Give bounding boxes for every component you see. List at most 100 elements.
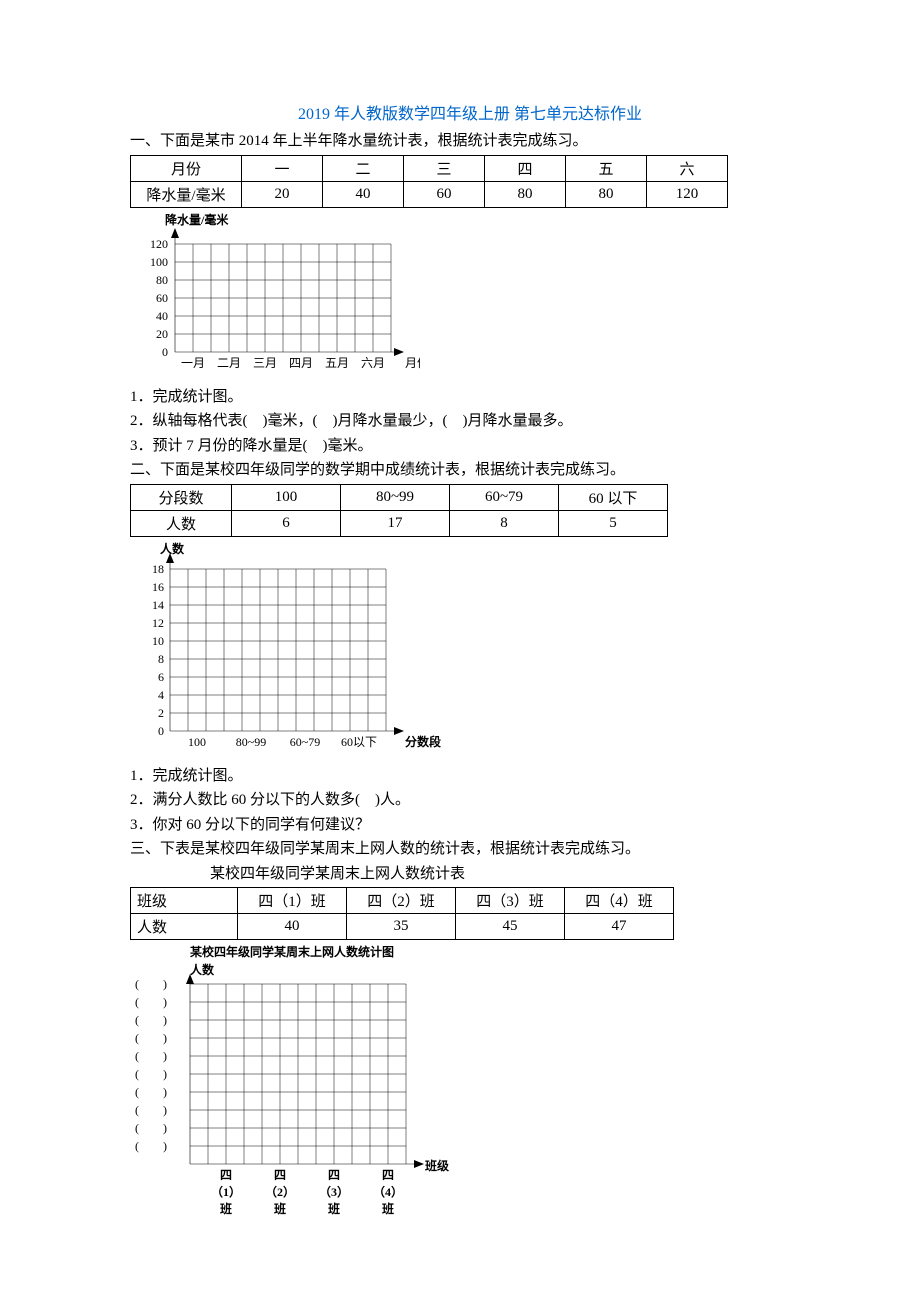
yblank: ( ) — [135, 1103, 167, 1117]
xtick: 班 — [382, 1201, 394, 1216]
xtick: （4） — [373, 1184, 403, 1199]
ytick: 10 — [152, 634, 164, 648]
cell: 100 — [232, 484, 341, 510]
xtick: 四月 — [289, 356, 313, 370]
cell: 人数 — [131, 510, 232, 536]
yblank: ( ) — [135, 1121, 167, 1135]
page-content: 2019 年人教版数学四年级上册 第七单元达标作业 一、下面是某市 2014 年… — [0, 0, 920, 1268]
ytick: 20 — [156, 327, 168, 341]
ytick: 80 — [156, 273, 168, 287]
cell: 降水量/毫米 — [131, 181, 242, 207]
chart2-ylabel: 人数 — [160, 541, 185, 556]
cell: 20 — [242, 181, 323, 207]
cell: 8 — [450, 510, 559, 536]
yblank: ( ) — [135, 1031, 167, 1045]
table-row: 人数 6 17 8 5 — [131, 510, 668, 536]
cell: 17 — [341, 510, 450, 536]
table-row: 班级 四（1）班 四（2）班 四（3）班 四（4）班 — [131, 888, 674, 914]
section3-table: 班级 四（1）班 四（2）班 四（3）班 四（4）班 人数 40 35 45 4… — [130, 887, 674, 940]
xtick: 三月 — [253, 356, 277, 370]
cell: 40 — [323, 181, 404, 207]
xtick: （3） — [319, 1184, 349, 1199]
document-title: 2019 年人教版数学四年级上册 第七单元达标作业 — [130, 100, 810, 124]
cell: 80 — [485, 181, 566, 207]
section1-q3: 3．预计 7 月份的降水量是( )毫米。 — [130, 435, 810, 458]
xtick: 60~79 — [290, 735, 321, 749]
chart2-xlabel: 分数段 — [405, 734, 442, 749]
xtick: 100 — [188, 735, 206, 749]
xtick: 80~99 — [236, 735, 267, 749]
yblank: ( ) — [135, 1139, 167, 1153]
table-row: 分段数 100 80~99 60~79 60 以下 — [131, 484, 668, 510]
xtick: 四 — [274, 1168, 286, 1182]
yblank: ( ) — [135, 995, 167, 1009]
xtick: 班 — [220, 1201, 232, 1216]
cell: 120 — [647, 181, 728, 207]
chart3-xlabel: 班级 — [425, 1158, 449, 1173]
section2-chart: 人数 — [130, 541, 810, 761]
section1-chart: 降水量/毫米 — [130, 212, 810, 382]
xtick: 二月 — [217, 356, 241, 370]
cell: 班级 — [131, 888, 238, 914]
ytick: 14 — [152, 598, 164, 612]
section2-q1: 1．完成统计图。 — [130, 765, 810, 788]
xtick: 班 — [328, 1201, 340, 1216]
xtick: 60以下 — [341, 735, 377, 749]
section1-heading: 一、下面是某市 2014 年上半年降水量统计表，根据统计表完成练习。 — [130, 130, 810, 153]
chart3-svg: 某校四年级同学某周末上网人数统计图 人数 — [130, 944, 460, 1219]
cell: 分段数 — [131, 484, 232, 510]
cell: 二 — [323, 155, 404, 181]
chart1-svg: 降水量/毫米 — [130, 212, 420, 377]
chart2-svg: 人数 — [130, 541, 450, 756]
xtick: （1） — [211, 1184, 241, 1199]
xtick: 一月 — [181, 356, 205, 370]
chart3-title: 某校四年级同学某周末上网人数统计图 — [190, 944, 394, 959]
yblank: ( ) — [135, 1049, 167, 1063]
yblank: ( ) — [135, 977, 167, 991]
xtick: 班 — [274, 1201, 286, 1216]
xtick: 四 — [328, 1168, 340, 1182]
cell: 60~79 — [450, 484, 559, 510]
section3-table-title: 某校四年级同学某周末上网人数统计表 — [210, 863, 810, 886]
section3-heading: 三、下表是某校四年级同学某周末上网人数的统计表，根据统计表完成练习。 — [130, 838, 810, 861]
ytick: 2 — [158, 706, 164, 720]
ytick: 8 — [158, 652, 164, 666]
cell: 45 — [456, 914, 565, 940]
section2-q3: 3．你对 60 分以下的同学有何建议？ — [130, 814, 810, 837]
cell: 60 — [404, 181, 485, 207]
cell: 47 — [565, 914, 674, 940]
section1-q1: 1．完成统计图。 — [130, 386, 810, 409]
xtick: （2） — [265, 1184, 295, 1199]
ytick: 16 — [152, 580, 164, 594]
cell: 40 — [238, 914, 347, 940]
chart1-ylabel: 降水量/毫米 — [165, 212, 229, 227]
cell: 月份 — [131, 155, 242, 181]
section2-q2: 2．满分人数比 60 分以下的人数多( )人。 — [130, 789, 810, 812]
cell: 6 — [232, 510, 341, 536]
ytick: 4 — [158, 688, 164, 702]
ytick: 0 — [162, 345, 168, 359]
cell: 四（1）班 — [238, 888, 347, 914]
cell: 四（2）班 — [347, 888, 456, 914]
cell: 三 — [404, 155, 485, 181]
section2-table: 分段数 100 80~99 60~79 60 以下 人数 6 17 8 5 — [130, 484, 668, 537]
cell: 60 以下 — [559, 484, 668, 510]
chart1-xlabel: 月份 — [405, 356, 420, 370]
cell: 六 — [647, 155, 728, 181]
xtick: 六月 — [361, 356, 385, 370]
cell: 四（3）班 — [456, 888, 565, 914]
ytick: 0 — [158, 724, 164, 738]
xtick: 四 — [220, 1168, 232, 1182]
ytick: 40 — [156, 309, 168, 323]
xtick: 五月 — [325, 356, 349, 370]
ytick: 100 — [150, 255, 168, 269]
cell: 80 — [566, 181, 647, 207]
table-row: 月份 一 二 三 四 五 六 — [131, 155, 728, 181]
section1-q2: 2．纵轴每格代表( )毫米，( )月降水量最少，( )月降水量最多。 — [130, 410, 810, 433]
cell: 四（4）班 — [565, 888, 674, 914]
cell: 一 — [242, 155, 323, 181]
ytick: 60 — [156, 291, 168, 305]
yblank: ( ) — [135, 1013, 167, 1027]
cell: 35 — [347, 914, 456, 940]
yblank: ( ) — [135, 1085, 167, 1099]
